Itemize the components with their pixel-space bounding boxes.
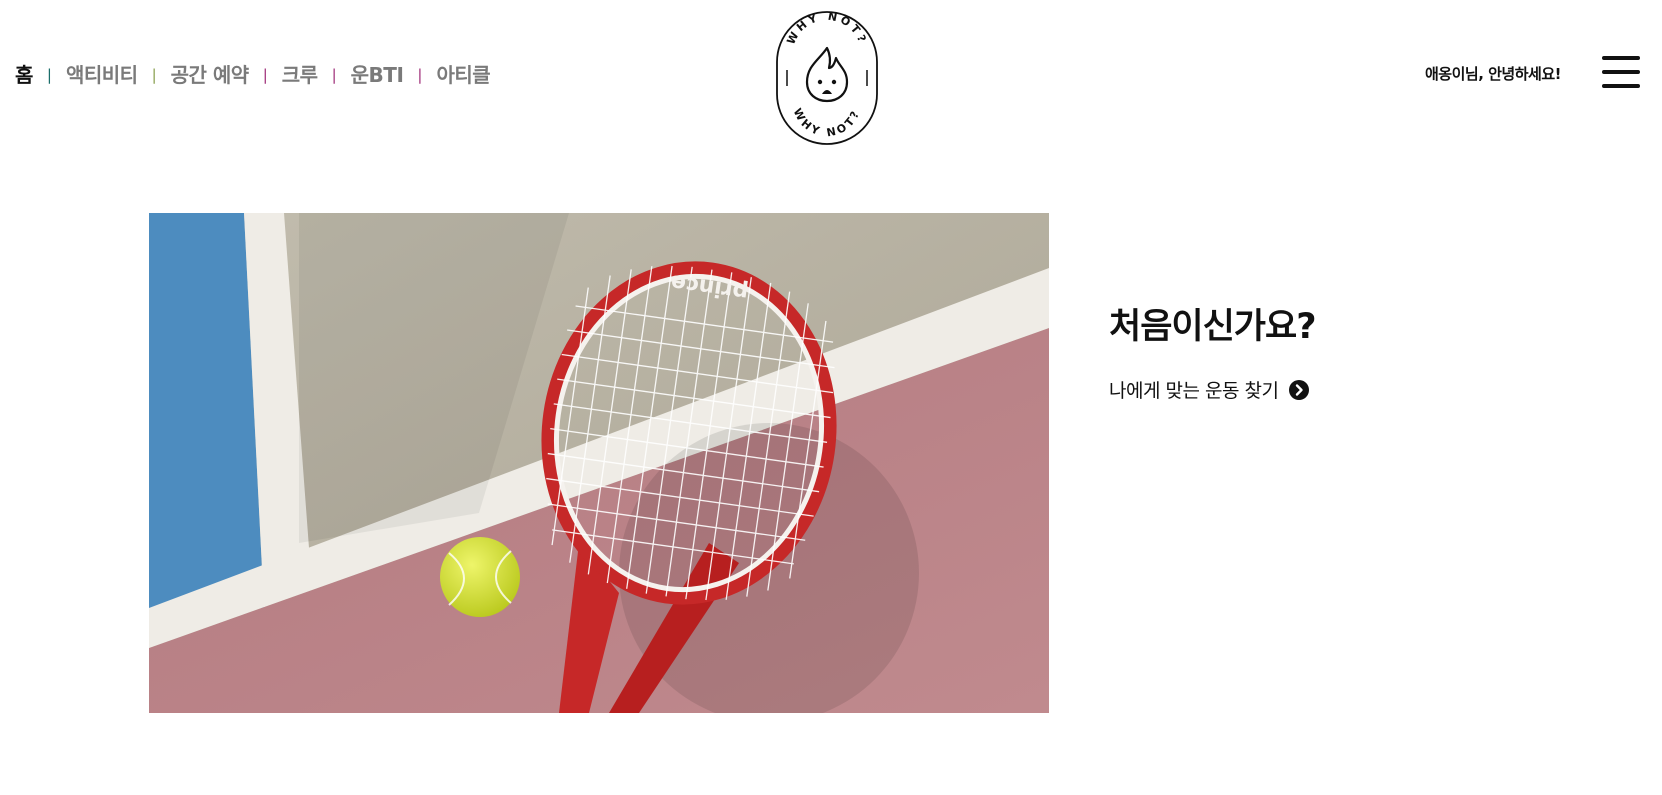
nav-item-unbti[interactable]: 운BTI (351, 59, 404, 88)
nav-separator: | (331, 66, 337, 84)
user-greeting: 애옹이님, 안녕하세요! (1425, 65, 1561, 83)
site-logo[interactable]: WHY NOT? WHY NOT? (767, 6, 887, 150)
main-nav: 홈 | 액티비티 | 공간 예약 | 크루 | 운BTI | 아티클 (15, 58, 491, 88)
cta-link-label: 나에게 맞는 운동 찾기 (1109, 380, 1279, 402)
nav-separator: | (417, 66, 423, 84)
nav-item-crew[interactable]: 크루 (282, 59, 318, 88)
nav-separator: | (262, 66, 268, 84)
nav-separator: | (151, 66, 157, 84)
chevron-right-circle-icon (1289, 379, 1310, 400)
tennis-court-photo: prince (149, 213, 1049, 713)
why-not-logo-icon: WHY NOT? WHY NOT? (776, 10, 878, 145)
site-header: 홈 | 액티비티 | 공간 예약 | 크루 | 운BTI | 아티클 WHY N… (0, 0, 1662, 150)
cta-title: 처음이신가요? (1109, 307, 1317, 347)
hamburger-menu-button[interactable] (1602, 54, 1642, 90)
find-my-exercise-link[interactable]: 나에게 맞는 운동 찾기 (1109, 376, 1310, 403)
nav-item-home[interactable]: 홈 (15, 59, 33, 88)
hero-image: prince (149, 213, 1049, 713)
nav-item-space-reservation[interactable]: 공간 예약 (171, 59, 250, 88)
nav-item-article[interactable]: 아티클 (436, 59, 490, 88)
nav-item-activity[interactable]: 액티비티 (66, 59, 138, 88)
nav-separator: | (46, 66, 52, 84)
